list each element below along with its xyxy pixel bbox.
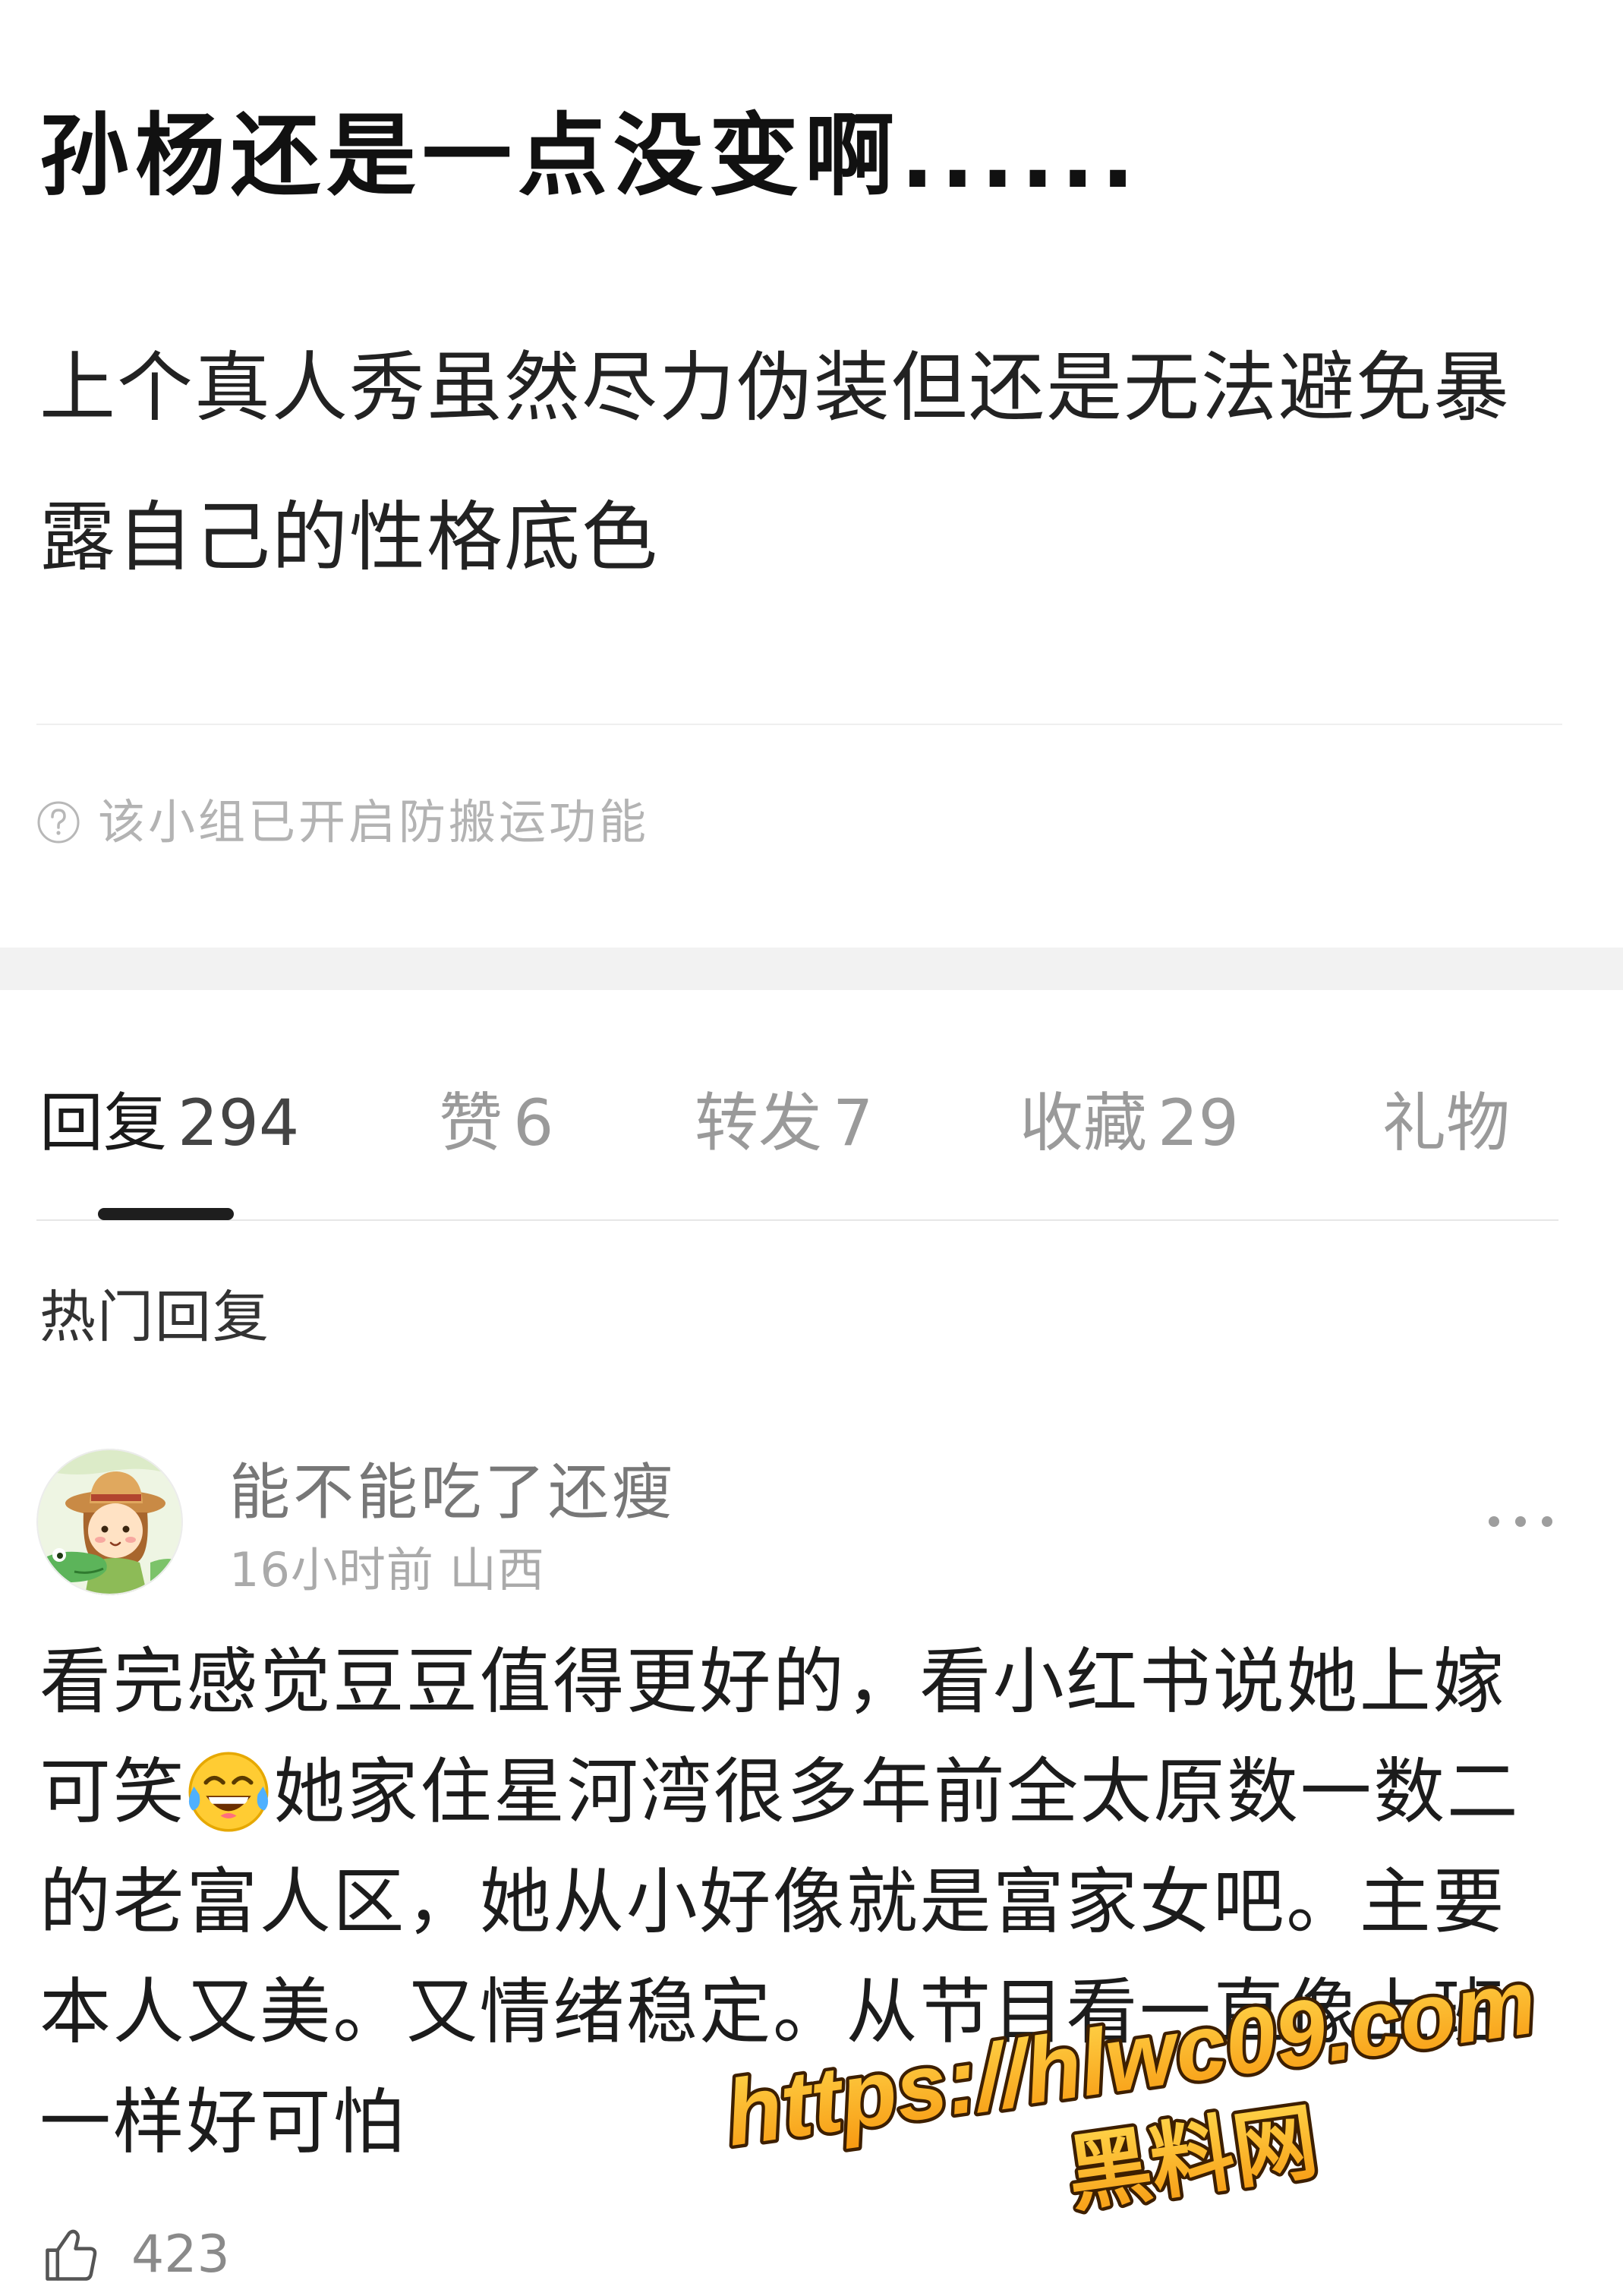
more-dots-icon[interactable] — [1486, 1512, 1555, 1531]
comment-author[interactable]: 能不能吃了还瘦 — [229, 1455, 676, 1531]
comment-line: 看完感觉豆豆值得更好的，看小红书说她上嫁 — [39, 1641, 1507, 1724]
question-circle-icon[interactable] — [36, 800, 80, 844]
comment-text-segment: 可笑 — [39, 1751, 187, 1834]
comment-meta: 16小时前 山西 — [229, 1540, 545, 1601]
comment-location: 山西 — [449, 1542, 545, 1597]
comment-body: 看完感觉豆豆值得更好的，看小红书说她上嫁 可笑 她家住星河湾很多年前全太原数一数… — [39, 1627, 1520, 2178]
hot-replies-heading: 热门回复 — [39, 1285, 270, 1350]
tab-count: 7 — [833, 1086, 874, 1160]
tab-collections[interactable]: 收藏 29 — [1019, 1081, 1239, 1165]
tab-label: 转发 — [695, 1086, 823, 1160]
thumbs-up-icon — [46, 2229, 97, 2281]
tab-count: 29 — [1158, 1086, 1239, 1160]
post-body: 上个真人秀虽然尽力伪装但还是无法避免暴 露自己的性格底色 — [39, 313, 1511, 612]
comment-line: 本人又美。又情绪稳定。从节目看一直像上班 — [39, 1971, 1507, 2054]
comment-text-segment: 她家住星河湾很多年前全太原数一数二 — [273, 1751, 1521, 1834]
tab-count: 294 — [178, 1086, 300, 1160]
tab-likes[interactable]: 赞6 — [439, 1081, 553, 1165]
tab-bar-divider — [36, 1219, 1558, 1221]
post-body-line: 露自己的性格底色 — [39, 493, 659, 582]
tab-label: 礼物 — [1382, 1086, 1511, 1160]
tab-count: 6 — [513, 1086, 554, 1160]
like-button[interactable]: 423 — [39, 2223, 230, 2287]
tab-replies[interactable]: 回复 294 — [39, 1081, 299, 1165]
tab-label: 赞 — [439, 1086, 503, 1160]
tab-gifts[interactable]: 礼物 — [1382, 1081, 1521, 1165]
avatar-image — [36, 1449, 183, 1595]
comment-line: 的老富人区，她从小好像就是富家女吧。主要 — [39, 1861, 1507, 1944]
like-count: 423 — [131, 2225, 230, 2285]
tab-label: 回复 — [39, 1086, 168, 1160]
tab-label: 收藏 — [1019, 1086, 1148, 1160]
face-with-tears-of-joy-icon — [188, 1752, 269, 1832]
section-separator-band — [0, 948, 1623, 990]
tab-reposts[interactable]: 转发 7 — [695, 1081, 873, 1165]
anti-repost-notice: 该小组已开启防搬运功能 — [36, 792, 649, 853]
avatar[interactable] — [36, 1449, 183, 1595]
post-title: 孙杨还是一点没变啊...... — [39, 103, 1141, 208]
active-tab-indicator — [98, 1208, 234, 1220]
comment-line: 一样好可怕 — [39, 2081, 407, 2164]
content-divider — [36, 724, 1562, 725]
post-body-line: 上个真人秀虽然尽力伪装但还是无法避免暴 — [39, 343, 1511, 432]
notice-text: 该小组已开启防搬运功能 — [98, 794, 650, 850]
comment-line: 可笑 她家住星河湾很多年前全太原数一数二 — [39, 1737, 1520, 1847]
comment-time: 16小时前 — [229, 1542, 434, 1597]
